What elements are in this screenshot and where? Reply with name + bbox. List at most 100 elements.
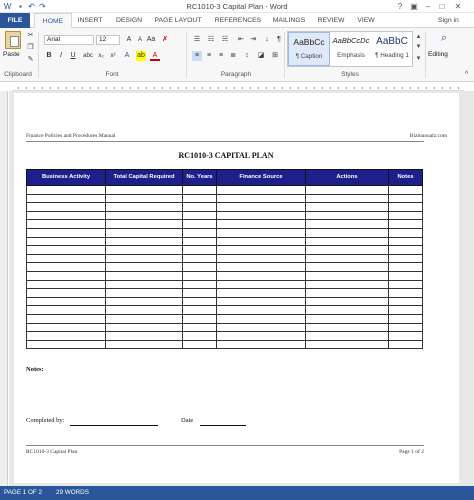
table-cell[interactable]	[216, 245, 306, 255]
table-cell[interactable]	[182, 219, 217, 229]
table-cell[interactable]	[26, 185, 106, 195]
tab-view[interactable]: VIEW	[354, 13, 378, 28]
table-cell[interactable]	[305, 236, 389, 247]
table-cell[interactable]	[26, 262, 106, 272]
table-cell[interactable]	[216, 313, 306, 324]
table-cell[interactable]	[388, 185, 423, 195]
horizontal-ruler[interactable]	[12, 84, 464, 91]
sort-icon[interactable]: ↓	[262, 35, 272, 45]
paste-icon[interactable]	[5, 31, 21, 49]
table-cell[interactable]	[216, 331, 306, 341]
table-cell[interactable]	[216, 193, 306, 204]
find-icon[interactable]: ⌕	[434, 32, 454, 47]
align-left-icon[interactable]: ≡	[192, 51, 202, 61]
vertical-ruler[interactable]	[0, 91, 8, 486]
table-cell[interactable]	[26, 331, 106, 341]
table-cell[interactable]	[216, 305, 306, 315]
table-cell[interactable]	[105, 339, 183, 350]
styles-scroll-up-icon[interactable]: ▴	[414, 32, 423, 41]
tab-file[interactable]: FILE	[0, 13, 30, 28]
table-cell[interactable]	[388, 253, 423, 264]
table-cell[interactable]	[305, 331, 389, 341]
bullets-icon[interactable]: ☰	[192, 35, 202, 45]
maximize-button[interactable]: □	[436, 1, 448, 12]
table-cell[interactable]	[305, 193, 389, 204]
grow-font-icon[interactable]: A	[124, 35, 134, 45]
tab-mailings[interactable]: MAILINGS	[270, 13, 308, 28]
shrink-font-icon[interactable]: A	[135, 35, 145, 45]
table-cell[interactable]	[216, 262, 306, 272]
table-cell[interactable]	[216, 202, 306, 212]
table-cell[interactable]	[105, 305, 183, 315]
style-emphasis[interactable]: AaBbCcDc Emphasis	[330, 32, 372, 66]
table-cell[interactable]	[216, 288, 306, 298]
table-cell[interactable]	[182, 313, 217, 324]
table-cell[interactable]	[388, 219, 423, 229]
table-cell[interactable]	[305, 227, 389, 238]
font-color-icon[interactable]: A	[150, 51, 160, 61]
decrease-indent-icon[interactable]: ⇤	[236, 35, 246, 45]
table-cell[interactable]	[388, 322, 423, 333]
cut-icon[interactable]: ✂	[26, 31, 35, 40]
superscript-button[interactable]: x²	[108, 51, 118, 61]
text-effects-icon[interactable]: A	[122, 51, 132, 61]
tab-design[interactable]: DESIGN	[112, 13, 146, 28]
clear-formatting-icon[interactable]: ✗	[160, 35, 170, 45]
style-caption[interactable]: AaBbCc ¶ Caption	[288, 32, 330, 66]
highlight-icon[interactable]: ab	[136, 51, 146, 61]
table-cell[interactable]	[388, 245, 423, 255]
format-painter-icon[interactable]: ✎	[26, 55, 35, 64]
minimize-button[interactable]: –	[422, 1, 434, 12]
table-cell[interactable]	[182, 245, 217, 255]
column-header[interactable]: Notes	[388, 169, 423, 186]
table-cell[interactable]	[26, 227, 106, 238]
tab-references[interactable]: REFERENCES	[212, 13, 264, 28]
table-cell[interactable]	[26, 193, 106, 204]
table-cell[interactable]	[388, 227, 423, 238]
close-button[interactable]: ✕	[452, 1, 464, 12]
table-cell[interactable]	[105, 185, 183, 195]
table-cell[interactable]	[26, 202, 106, 212]
table-cell[interactable]	[388, 288, 423, 298]
table-cell[interactable]	[305, 288, 389, 298]
table-cell[interactable]	[105, 236, 183, 247]
table-cell[interactable]	[216, 219, 306, 229]
table-cell[interactable]	[305, 279, 389, 290]
column-header[interactable]: Actions	[305, 169, 389, 186]
table-cell[interactable]	[305, 210, 389, 221]
font-name-field[interactable]: Arial	[44, 35, 94, 45]
column-header[interactable]: Business Activity	[26, 169, 106, 186]
table-cell[interactable]	[182, 339, 217, 350]
table-cell[interactable]	[26, 313, 106, 324]
change-case-icon[interactable]: Aa	[146, 35, 156, 45]
table-cell[interactable]	[182, 185, 217, 195]
table-cell[interactable]	[105, 322, 183, 333]
table-cell[interactable]	[182, 202, 217, 212]
date-line[interactable]	[200, 425, 246, 426]
table-cell[interactable]	[388, 339, 423, 350]
copy-icon[interactable]: ❐	[26, 43, 35, 52]
table-cell[interactable]	[305, 185, 389, 195]
strikethrough-button[interactable]: abc	[82, 51, 94, 61]
tab-page-layout[interactable]: PAGE LAYOUT	[152, 13, 204, 28]
underline-button[interactable]: U	[68, 51, 78, 61]
table-cell[interactable]	[182, 305, 217, 315]
table-cell[interactable]	[216, 279, 306, 290]
align-right-icon[interactable]: ≡	[216, 51, 226, 61]
table-cell[interactable]	[216, 322, 306, 333]
editing-button[interactable]: Editing	[428, 51, 448, 58]
table-cell[interactable]	[182, 253, 217, 264]
increase-indent-icon[interactable]: ⇥	[248, 35, 258, 45]
table-cell[interactable]	[26, 279, 106, 290]
table-cell[interactable]	[26, 322, 106, 333]
table-cell[interactable]	[182, 193, 217, 204]
table-cell[interactable]	[105, 288, 183, 298]
italic-button[interactable]: I	[56, 51, 66, 61]
table-cell[interactable]	[105, 331, 183, 341]
completed-by-line[interactable]	[70, 425, 158, 426]
table-cell[interactable]	[388, 210, 423, 221]
table-cell[interactable]	[105, 296, 183, 307]
table-cell[interactable]	[305, 270, 389, 281]
tab-review[interactable]: REVIEW	[316, 13, 346, 28]
styles-more-icon[interactable]: ▾	[414, 54, 423, 63]
